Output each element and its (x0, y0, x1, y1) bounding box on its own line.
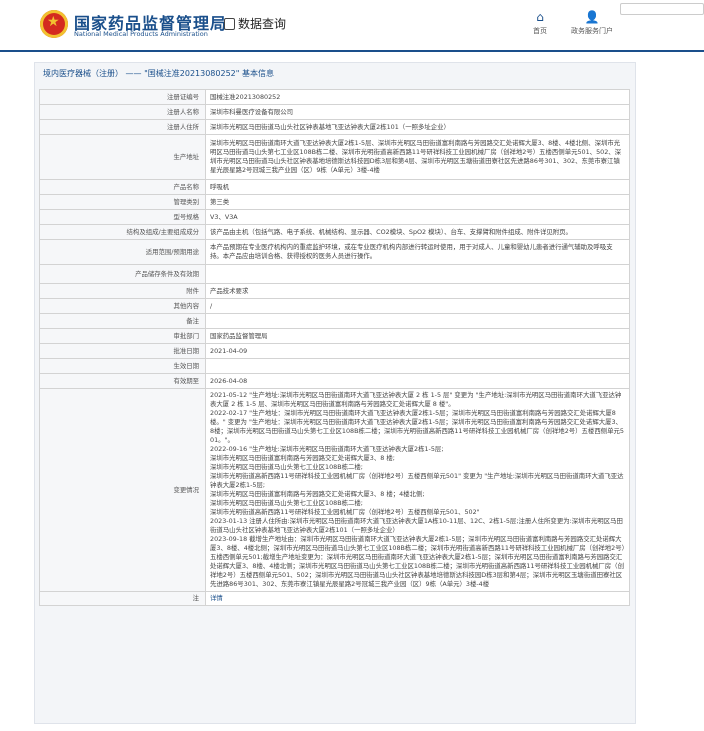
field-label: 产品名称 (39, 179, 206, 195)
field-label: 生效日期 (39, 358, 206, 374)
info-row: 注详情 (39, 591, 630, 606)
breadcrumb-category[interactable]: 境内医疗器械（注册） (43, 69, 123, 78)
info-row: 批准日期 2021-04-09 (39, 343, 630, 359)
info-row: 适用范围/预期用途 本产品预期在专业医疗机构内的重症监护环境，或在专业医疗机构内部… (39, 239, 630, 265)
nav-gov-services[interactable]: 👤 政务服务门户 (571, 10, 613, 36)
field-label: 管理类别 (39, 194, 206, 210)
field-value: 第三类 (205, 194, 630, 210)
field-value: 该产品由主机（包括气路、电子系统、机械结构、显示器、CO2模块、SpO2 模块）… (205, 224, 630, 240)
breadcrumb: 境内医疗器械（注册） —— "国械注准20213080252" 基本信息 (43, 68, 274, 79)
field-label: 注册人名称 (39, 104, 206, 120)
info-row: 型号规格 V3、V3A (39, 209, 630, 225)
detail-link[interactable]: 详情 (210, 594, 223, 602)
breadcrumb-reg-no: "国械注准20213080252" (144, 69, 240, 78)
field-label: 其他内容 (39, 298, 206, 314)
field-label: 结构及组成/主要组成成分 (39, 224, 206, 240)
info-row: 产品名称 呼吸机 (39, 179, 630, 195)
info-row: 结构及组成/主要组成成分 该产品由主机（包括气路、电子系统、机械结构、显示器、CO… (39, 224, 630, 240)
field-value: 呼吸机 (205, 179, 630, 195)
field-label: 适用范围/预期用途 (39, 239, 206, 265)
field-value (205, 358, 630, 374)
field-value: 深圳市光明区马田街道马山头社区钟表基地飞亚达钟表大厦2栋101（一照多址企业） (205, 119, 630, 135)
info-row: 变更情况 2021-05-12 "生产地址:深圳市光明区马田街道南环大道飞亚达钟表… (39, 388, 630, 592)
nav-home[interactable]: ⌂ 首页 (533, 10, 547, 36)
info-row: 附件 产品技术要求 (39, 283, 630, 299)
field-value: V3、V3A (205, 209, 630, 225)
info-row: 审批部门 国家药品监督管理局 (39, 328, 630, 344)
info-row: 其他内容 / (39, 298, 630, 314)
field-label: 有效期至 (39, 373, 206, 389)
change-history: 2021-05-12 "生产地址:深圳市光明区马田街道南环大道飞亚达钟表大厦 2… (205, 388, 630, 592)
notes-cell: 详情 (205, 591, 630, 606)
field-value: 国械注准20213080252 (205, 89, 630, 105)
info-row: 生产地址 深圳市光明区马田街道南环大道飞亚达钟表大厦2栋1-5层、深圳市光明区马田… (39, 134, 630, 180)
info-row: 注册证编号 国械注准20213080252 (39, 89, 630, 105)
field-value: 深圳市科曼医疗设备有限公司 (205, 104, 630, 120)
site-header: 国家药品监督管理局 National Medical Products Admi… (0, 0, 704, 52)
field-label: 变更情况 (39, 388, 206, 592)
field-value: / (205, 298, 630, 314)
breadcrumb-separator: —— (125, 69, 142, 78)
field-value (205, 313, 630, 329)
home-icon: ⌂ (536, 10, 544, 24)
info-row: 生效日期 (39, 358, 630, 374)
field-value: 本产品预期在专业医疗机构内的重症监护环境，或在专业医疗机构内部进行转运时使用，用… (205, 239, 630, 265)
info-row: 产品储存条件及有效期 (39, 264, 630, 284)
field-label: 型号规格 (39, 209, 206, 225)
field-value: 2021-04-09 (205, 343, 630, 359)
field-value (205, 264, 630, 284)
field-label: 注册证编号 (39, 89, 206, 105)
field-label: 批准日期 (39, 343, 206, 359)
field-label: 注册人住所 (39, 119, 206, 135)
info-row: 管理类别 第三类 (39, 194, 630, 210)
nav-gov-services-label: 政务服务门户 (571, 27, 613, 35)
info-row: 备注 (39, 313, 630, 329)
field-label: 审批部门 (39, 328, 206, 344)
field-value: 产品技术要求 (205, 283, 630, 299)
nmpa-emblem-icon[interactable] (40, 10, 68, 38)
field-label: 生产地址 (39, 134, 206, 180)
info-row: 注册人住所 深圳市光明区马田街道马山头社区钟表基地飞亚达钟表大厦2栋101（一照多… (39, 119, 630, 135)
data-query-label: 数据查询 (238, 17, 287, 31)
device-info-table: 注册证编号 国械注准20213080252 注册人名称 深圳市科曼医疗设备有限公司 注册… (39, 89, 630, 606)
field-label: 备注 (39, 313, 206, 329)
user-icon: 👤 (584, 10, 600, 24)
info-row: 注册人名称 深圳市科曼医疗设备有限公司 (39, 104, 630, 120)
info-row: 有效期至 2026-04-08 (39, 373, 630, 389)
breadcrumb-suffix: 基本信息 (242, 69, 274, 78)
data-query-link[interactable]: 数据查询 (224, 15, 286, 32)
notes-label: 注 (39, 591, 206, 606)
field-label: 附件 (39, 283, 206, 299)
field-value: 深圳市光明区马田街道南环大道飞亚达钟表大厦2栋1-5层、深圳市光明区马田街道富利… (205, 134, 630, 180)
field-value: 国家药品监督管理局 (205, 328, 630, 344)
field-label: 产品储存条件及有效期 (39, 264, 206, 284)
field-value: 2026-04-08 (205, 373, 630, 389)
site-subtitle: National Medical Products Administration (74, 30, 208, 38)
detail-panel: 境内医疗器械（注册） —— "国械注准20213080252" 基本信息 注册证… (34, 62, 636, 724)
search-input[interactable] (620, 3, 704, 15)
nav-home-label: 首页 (533, 27, 547, 35)
document-search-icon (224, 18, 235, 30)
